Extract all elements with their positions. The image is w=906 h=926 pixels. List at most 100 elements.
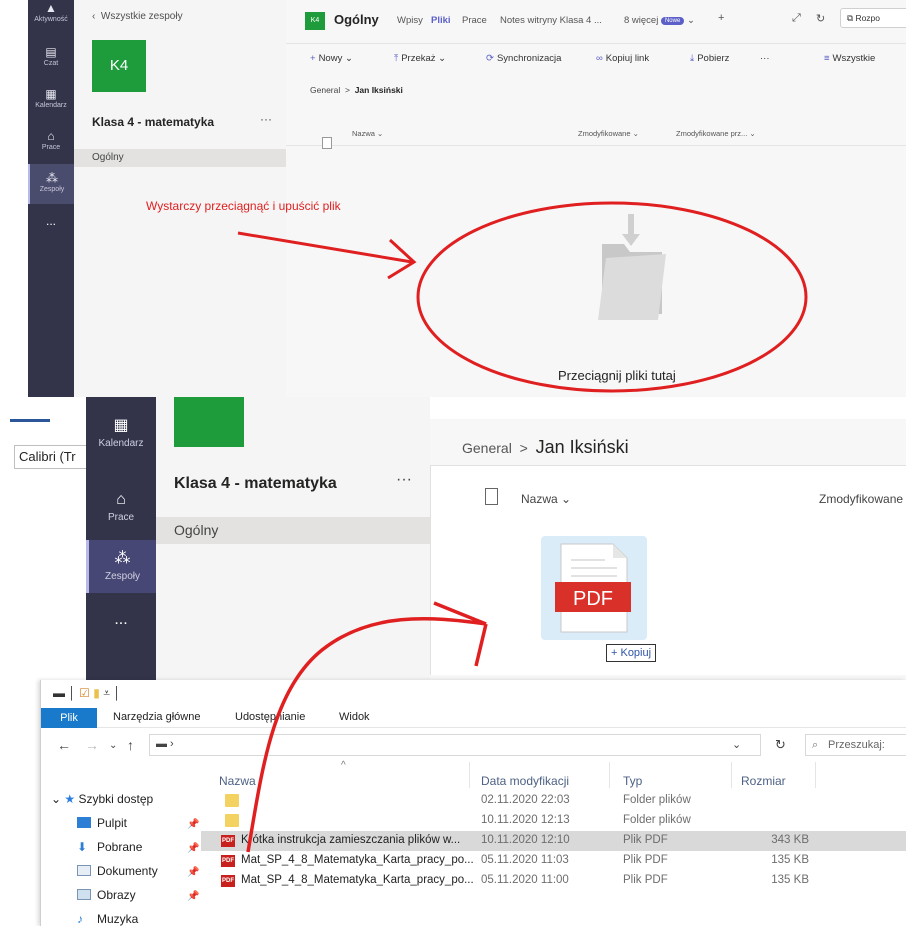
nav-label: Pulpit — [97, 816, 128, 830]
tab-posts[interactable]: Wpisy — [397, 15, 423, 26]
upload-button[interactable]: ⤒ Przekaż ⌄ — [394, 53, 446, 64]
rail-item-calendar[interactable]: ▦ Kalendarz — [28, 88, 74, 116]
tab-notebook[interactable]: Notes witryny Klasa 4 ... — [500, 15, 602, 26]
breadcrumb-parent[interactable]: General — [310, 85, 340, 95]
rail-item-chat[interactable]: ▤ Czat — [28, 46, 74, 74]
rail-item-more[interactable]: ... — [86, 611, 156, 631]
command-bar: + Nowy ⌄ ⤒ Przekaż ⌄ ⟳ Synchronizacja ∞ Kopi… — [286, 44, 906, 72]
rail-item-label: Prace — [107, 512, 135, 523]
column-divider[interactable] — [609, 762, 610, 788]
drive-icon[interactable]: ▬ — [53, 686, 65, 700]
column-divider[interactable] — [469, 762, 470, 788]
tab-file[interactable]: Plik — [41, 708, 97, 728]
new-badge: Nowe — [660, 17, 685, 25]
tab-assignments[interactable]: Prace — [462, 15, 487, 26]
new-folder-icon[interactable]: ▮ — [93, 686, 100, 700]
download-button[interactable]: ⤓ Pobierz — [690, 53, 729, 64]
recent-locations-icon[interactable]: ⌄ — [109, 740, 117, 751]
file-type: Plik PDF — [623, 874, 668, 886]
team-more-button[interactable]: ··· — [396, 471, 412, 489]
expand-icon[interactable]: ⤢ — [792, 12, 801, 25]
column-name[interactable]: Nazwa ⌄ — [352, 129, 383, 138]
refresh-icon[interactable]: ↻ — [816, 12, 825, 25]
file-row[interactable]: PDF Mat_SP_4_8_Matematyka_Karta_pracy_po… — [201, 871, 906, 891]
tab-home[interactable]: Narzędzia główne — [113, 711, 200, 723]
meet-button[interactable]: ⧉ Rozpo — [840, 8, 906, 28]
rail-item-label: Zespoły — [39, 186, 65, 193]
file-row[interactable]: 10.11.2020 12:13 Folder plików — [201, 811, 906, 831]
more-commands-button[interactable]: ··· — [760, 53, 770, 64]
breadcrumb-parent[interactable]: General — [462, 440, 512, 456]
forward-arrow-icon[interactable]: → — [85, 737, 99, 753]
pin-icon[interactable]: 📌 — [187, 843, 199, 854]
calendar-icon: ▦ — [45, 87, 57, 101]
tab-more[interactable]: 8 więcej Nowe ⌄ — [624, 15, 695, 26]
search-input[interactable]: ⌕ Przeszukaj: — [805, 734, 906, 756]
file-row[interactable]: PDF Krótka instrukcja zamieszczania plik… — [201, 831, 906, 851]
column-modified[interactable]: Zmodyfikowane ⌄ — [578, 129, 639, 138]
rail-item-assignments[interactable]: ⌂ Prace — [28, 130, 74, 158]
pin-icon[interactable]: 📌 — [187, 891, 199, 902]
back-arrow-icon[interactable]: ← — [57, 737, 71, 753]
address-dropdown-icon[interactable]: ⌄ — [732, 738, 741, 751]
chevron-down-icon: ⌄ — [51, 792, 65, 806]
file-name: Krótka instrukcja zamieszczania plików w… — [241, 834, 461, 846]
address-box[interactable]: ▬ › ⌄ — [149, 734, 761, 756]
column-name[interactable]: Nazwa ⌄ — [521, 492, 571, 506]
all-teams-link[interactable]: ‹ Wszystkie zespoły — [92, 11, 183, 22]
properties-icon[interactable]: ☑ — [79, 686, 90, 700]
file-size: 343 KB — [771, 834, 809, 846]
file-row[interactable]: 02.11.2020 22:03 Folder plików — [201, 791, 906, 811]
copy-link-button[interactable]: ∞ Kopiuj link — [596, 53, 649, 64]
refresh-icon[interactable]: ↻ — [775, 737, 786, 753]
column-date-modified[interactable]: Data modyfikacji — [481, 774, 569, 788]
nav-desktop[interactable]: Pulpit — [77, 816, 127, 830]
sync-button[interactable]: ⟳ Synchronizacja — [486, 53, 561, 64]
nav-documents[interactable]: Dokumenty — [77, 864, 158, 878]
column-type[interactable]: Typ — [623, 774, 642, 788]
chevron-down-icon: ⌄ — [438, 53, 447, 64]
channel-general[interactable]: Ogólny — [156, 517, 430, 544]
nav-label: Dokumenty — [97, 864, 158, 878]
column-divider[interactable] — [815, 762, 816, 788]
column-name-label: Nazwa — [352, 129, 375, 138]
rail-item-calendar[interactable]: ▦ Kalendarz — [86, 417, 156, 457]
rail-item-activity[interactable]: ▲ Aktywność — [28, 2, 74, 28]
file-list-header: ^ Nazwa Data modyfikacji Typ Rozmiar — [201, 760, 906, 788]
rail-item-assignments[interactable]: ⌂ Prace — [86, 491, 156, 531]
rail-item-more[interactable]: ... — [28, 214, 74, 232]
file-list-header: Nazwa ⌄ Zmodyfikowane ⌄ Zmodyfikowane pr… — [286, 120, 906, 146]
view-all-button[interactable]: ≡ Wszystkie — [824, 53, 875, 64]
rail-item-teams[interactable]: ⁂ Zespoły — [86, 540, 156, 593]
rail-item-teams[interactable]: ⁂ Zespoły — [28, 164, 74, 204]
column-divider[interactable] — [731, 762, 732, 788]
file-name: Mat_SP_4_8_Matematyka_Karta_pracy_po... — [241, 854, 474, 866]
add-tab-button[interactable]: + — [718, 12, 724, 24]
word-background: Calibri (Tr — [0, 397, 88, 687]
tab-view[interactable]: Widok — [339, 711, 370, 723]
customize-toolbar-icon[interactable]: ⩡ — [103, 686, 110, 700]
tab-files[interactable]: Pliki — [431, 15, 451, 26]
nav-pictures[interactable]: Obrazy — [77, 888, 136, 902]
tab-share[interactable]: Udostępnianie — [235, 711, 305, 723]
new-button[interactable]: + Nowy ⌄ — [310, 53, 353, 64]
pin-icon[interactable]: 📌 — [187, 867, 199, 878]
column-size[interactable]: Rozmiar — [741, 774, 786, 788]
file-row[interactable]: PDF Mat_SP_4_8_Matematyka_Karta_pracy_po… — [201, 851, 906, 871]
drop-files-here-text: Przeciągnij pliki tutaj — [558, 368, 676, 383]
font-name-box[interactable]: Calibri (Tr — [14, 445, 88, 469]
team-more-button[interactable]: ··· — [260, 112, 272, 126]
column-modified-by[interactable]: Zmodyfikowane prz... ⌄ — [676, 129, 756, 138]
dragged-pdf-icon[interactable]: PDF — [541, 536, 647, 640]
pin-icon[interactable]: 📌 — [187, 819, 199, 830]
nav-downloads[interactable]: ⬇ Pobrane — [77, 840, 142, 854]
column-name[interactable]: Nazwa — [219, 774, 256, 788]
channel-general[interactable]: Ogólny — [74, 149, 286, 167]
nav-music[interactable]: ♪ Muzyka — [77, 912, 138, 926]
column-modified[interactable]: Zmodyfikowane — [819, 492, 903, 506]
ribbon-tabs: Plik Narzędzia główne Udostępnianie Wido… — [41, 708, 906, 728]
upload-icon: ⤒ — [394, 53, 399, 64]
up-arrow-icon[interactable]: ↑ — [127, 737, 134, 753]
backpack-icon: ⌂ — [116, 491, 126, 508]
nav-quick-access[interactable]: ⌄ ★ Szybki dostęp — [51, 792, 153, 806]
